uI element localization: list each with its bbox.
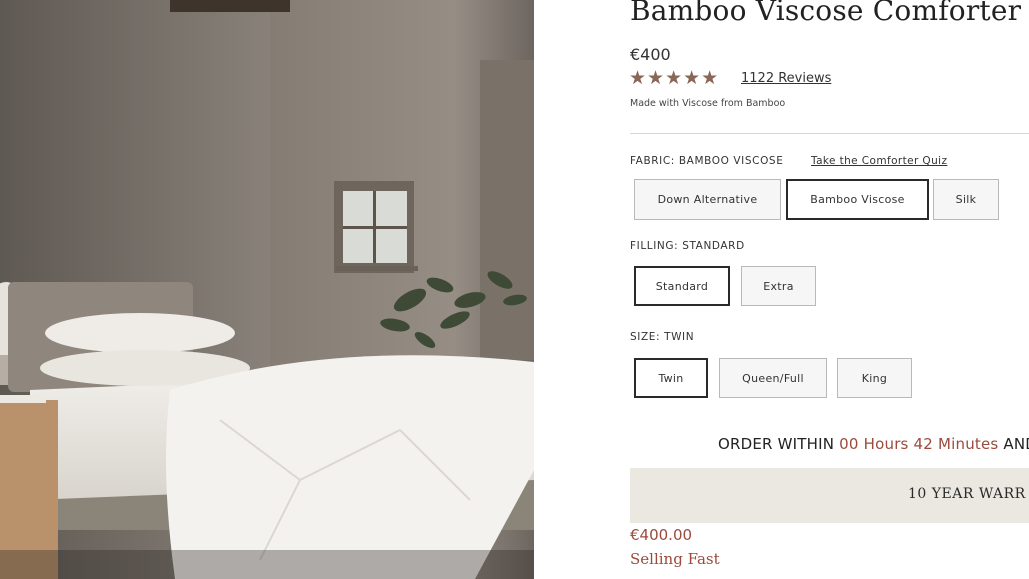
product-image <box>0 0 534 579</box>
divider <box>630 133 1029 134</box>
product-price: €400 <box>630 45 671 64</box>
order-prefix: ORDER WITHIN <box>718 435 840 453</box>
filling-option-extra[interactable]: Extra <box>741 266 816 306</box>
size-label: SIZE: TWIN <box>630 331 695 343</box>
comforter-quiz-link[interactable]: Take the Comforter Quiz <box>811 155 947 167</box>
filling-option-standard[interactable]: Standard <box>634 266 730 306</box>
warranty-text: 10 YEAR WARR <box>908 486 1026 502</box>
stock-status: Selling Fast <box>630 550 720 568</box>
countdown-time: 00 Hours 42 Minutes <box>839 435 999 453</box>
order-suffix: AND <box>1003 435 1029 453</box>
size-option-king[interactable]: King <box>837 358 912 398</box>
fabric-option-bamboo-viscose[interactable]: Bamboo Viscose <box>786 179 929 220</box>
fabric-option-silk[interactable]: Silk <box>933 179 999 220</box>
warranty-banner: 10 YEAR WARR <box>630 468 1029 523</box>
fabric-option-down-alternative[interactable]: Down Alternative <box>634 179 781 220</box>
size-option-twin[interactable]: Twin <box>634 358 708 398</box>
order-countdown: ORDER WITHIN 00 Hours 42 Minutes AND <box>718 435 1029 453</box>
rating-stars: ★★★★★ <box>629 67 720 89</box>
product-title: Bamboo Viscose Comforter <box>630 0 1022 27</box>
reviews-link[interactable]: 1122 Reviews <box>741 71 831 86</box>
product-subtitle: Made with Viscose from Bamboo <box>630 98 786 109</box>
size-option-queen-full[interactable]: Queen/Full <box>719 358 827 398</box>
fabric-label: FABRIC: BAMBOO VISCOSE <box>630 155 784 167</box>
sale-price: €400.00 <box>630 526 693 544</box>
filling-label: FILLING: STANDARD <box>630 240 745 252</box>
bedroom-photo <box>0 0 534 579</box>
